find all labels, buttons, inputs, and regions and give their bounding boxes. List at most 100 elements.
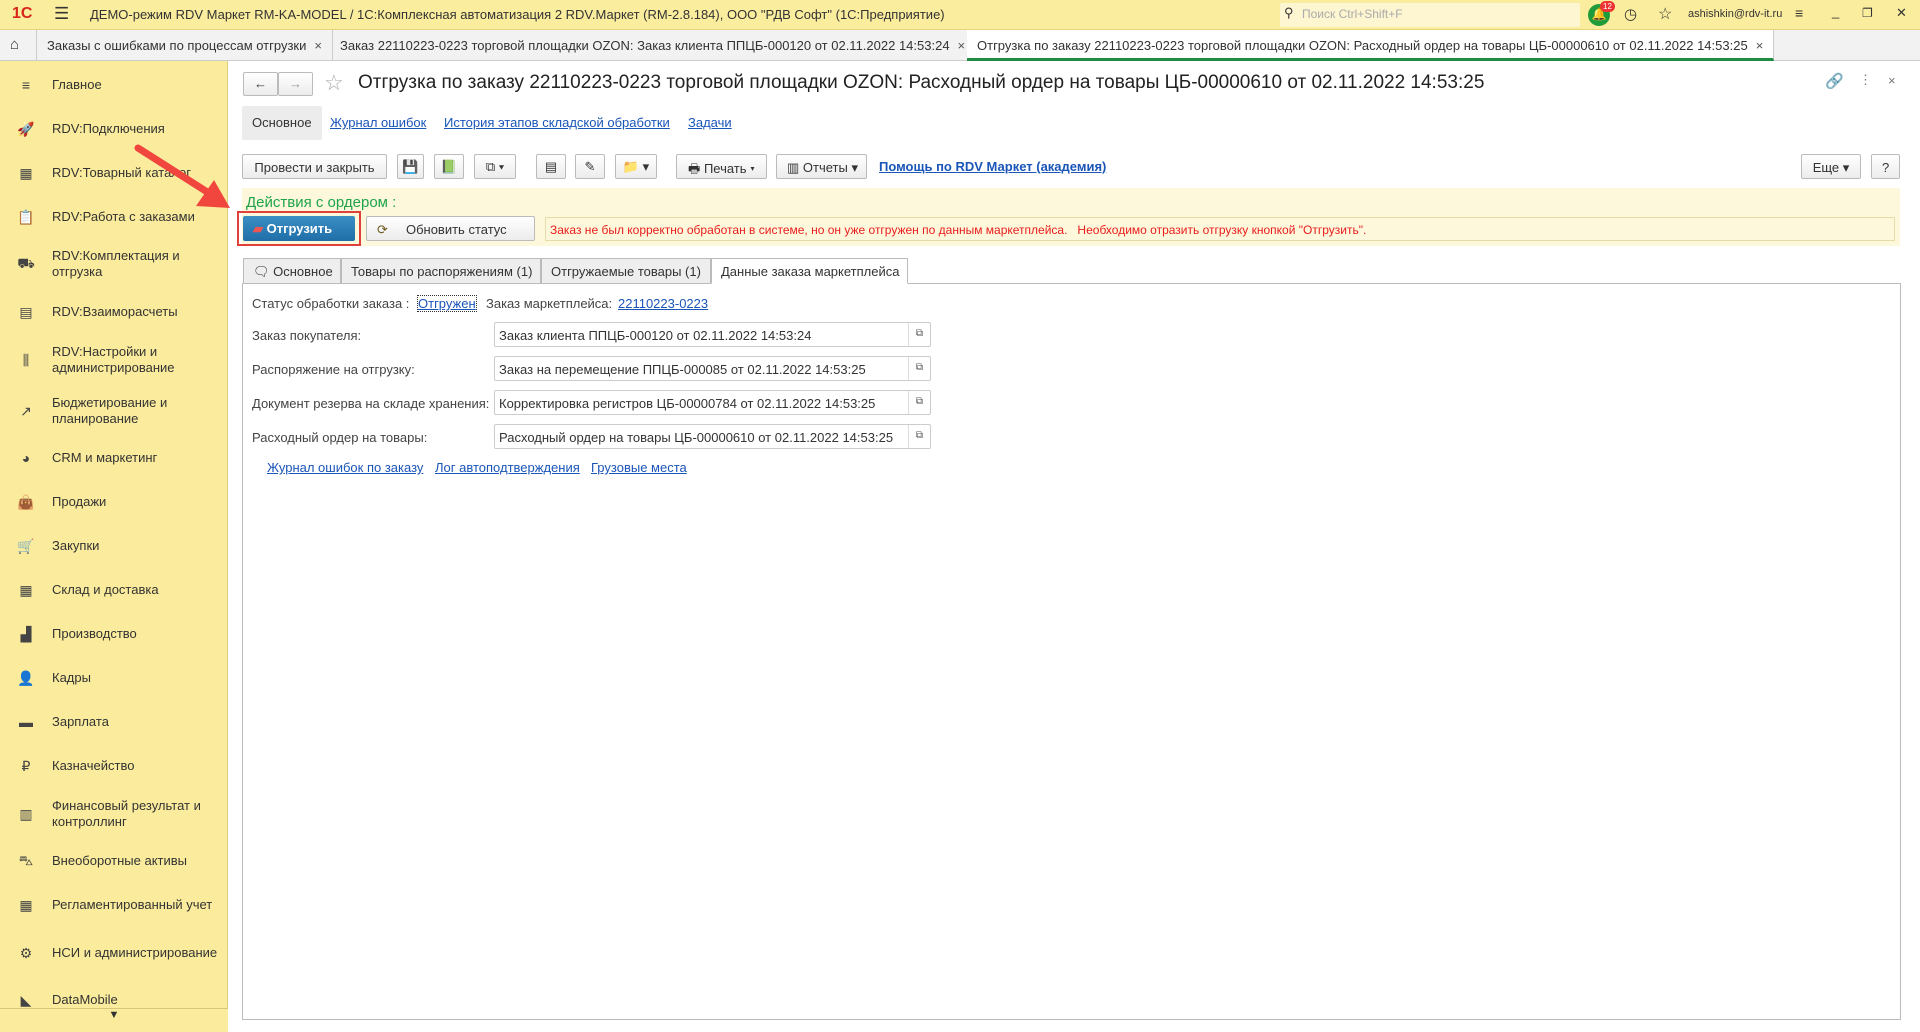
field-label: Документ резерва на складе хранения: [252,396,490,411]
sidebar-item[interactable]: ▟ Производство [0,618,228,650]
help-button[interactable]: ? [1871,154,1900,179]
sidebar-item-label: Производство [52,626,137,641]
sidebar-item[interactable]: ↗ Бюджетирование и планирование [0,395,228,427]
sidebar-item[interactable]: ▤ RDV:Взаиморасчеты [0,296,228,328]
post-icon-button[interactable]: 📗 [434,154,464,179]
field-input[interactable]: Расходный ордер на товары ЦБ-00000610 от… [494,424,931,449]
more-button[interactable]: Еще ▾ [1801,154,1861,179]
sidebar-item[interactable]: ⛟ RDV:Комплектация и отгрузка [0,248,228,280]
inner-tab-shipped-goods[interactable]: Отгружаемые товары (1) [541,258,711,284]
sidebar-item[interactable]: ⚙ НСИ и администрирование [0,937,228,969]
cargo-places-link[interactable]: Грузовые места [591,460,687,475]
close-icon[interactable]: × [1756,38,1764,53]
sidebar-item[interactable]: ▦ Склад и доставка [0,574,228,606]
status-label: Статус обработки заказа : [252,296,410,311]
section-icon: ⫼ [22,351,30,368]
field-input[interactable]: Заказ клиента ППЦБ-000120 от 02.11.2022 … [494,322,931,347]
inner-tab-main[interactable]: 🗨 Основное [243,258,341,284]
sidebar-item-label: RDV:Взаиморасчеты [52,304,178,319]
section-icon: ▦ [19,896,33,913]
sidebar-item[interactable]: ▬ Зарплата [0,706,228,738]
field-label: Распоряжение на отгрузку: [252,362,415,377]
link-icon[interactable]: 🔗 [1825,72,1844,90]
ship-button[interactable]: ▰ Отгрузить [243,216,355,241]
marketplace-order-link[interactable]: 22110223-0223 [618,296,708,311]
close-icon[interactable]: × [314,38,322,53]
settings-menu-icon[interactable]: ≡ [1795,5,1803,21]
sidebar-item[interactable]: ▥ Финансовый результат и контроллинг [0,798,228,830]
close-icon[interactable]: × [958,38,966,53]
sidebar-item-label: Внеоборотные активы [52,853,188,868]
sidebar-item-label: Продажи [52,494,107,509]
back-button[interactable]: ← [243,72,278,96]
favorite-star-icon[interactable]: ☆ [324,70,344,96]
nav-tab-errors[interactable]: Журнал ошибок [330,115,426,130]
sidebar-item[interactable]: ▦ Регламентированный учет [0,889,228,921]
open-icon[interactable]: ⧉ [908,323,930,346]
save-button[interactable]: 💾 [397,154,424,179]
reports-button[interactable]: ▥ Отчеты ▾ [776,154,867,179]
user-name[interactable]: ashishkin@rdv-it.ru [1688,8,1782,20]
search-input[interactable]: Поиск Ctrl+Shift+F [1280,3,1580,27]
order-errors-link[interactable]: Журнал ошибок по заказу [267,460,423,475]
menu-icon[interactable]: ☰ [54,4,69,24]
close-form-icon[interactable]: × [1888,73,1896,88]
sidebar-item[interactable]: ≡ Главное [0,69,228,101]
sidebar-item-label: Кадры [52,670,91,685]
open-icon[interactable]: ⧉ [908,391,930,414]
sidebar-item[interactable]: 👤 Кадры [0,662,228,694]
refresh-status-button[interactable]: ⟳ Обновить статус [366,216,535,241]
nav-tab-tasks[interactable]: Задачи [688,115,732,130]
home-icon[interactable]: ⌂ [10,36,19,53]
edit-button[interactable]: ✎ [575,154,605,179]
sidebar-item[interactable]: ⛍ Внеоборотные активы [0,845,228,877]
forward-button[interactable]: → [278,72,313,96]
open-icon[interactable]: ⧉ [908,425,930,448]
star-icon[interactable]: ☆ [1658,4,1672,24]
sidebar-item-label: Зарплата [52,714,109,729]
field-label: Расходный ордер на товары: [252,430,428,445]
field-input[interactable]: Заказ на перемещение ППЦБ-000085 от 02.1… [494,356,931,381]
field-label: Заказ покупателя: [252,328,362,343]
journal-button[interactable]: ▤ [536,154,566,179]
nav-tab-history[interactable]: История этапов складской обработки [444,115,670,130]
attachments-button[interactable]: 📁 ▾ [615,154,657,179]
help-link[interactable]: Помощь по RDV Маркет (академия) [879,159,1106,174]
inner-tab-goods-orders[interactable]: Товары по распоряжениям (1) [341,258,541,284]
minimize-icon[interactable]: _ [1832,4,1839,19]
create-based-on-button[interactable]: ⧉ ▾ [474,154,516,179]
sidebar-item[interactable]: ⫼ RDV:Настройки и администрирование [0,344,228,376]
field-input[interactable]: Корректировка регистров ЦБ-00000784 от 0… [494,390,931,415]
inner-tab-label: Основное [273,264,333,279]
inner-tab-marketplace-data[interactable]: Данные заказа маркетплейса [711,258,908,284]
more-icon[interactable]: ⋮ [1859,72,1872,88]
sidebar-item-label: Финансовый результат и контроллинг [52,798,201,829]
tab-order[interactable]: Заказ 22110223-0223 торговой площадки OZ… [330,30,977,61]
sidebar-item-label: Склад и доставка [52,582,159,597]
tab-shipment[interactable]: Отгрузка по заказу 22110223-0223 торгово… [967,30,1775,61]
tab-panel [242,283,1901,1020]
post-and-close-button[interactable]: Провести и закрыть [242,154,387,179]
title-bar: 1С ☰ ДЕМО-режим RDV Маркет RM-KA-MODEL /… [0,0,1920,30]
tab-errors[interactable]: Заказы с ошибками по процессам отгрузки × [36,30,333,61]
sidebar-item[interactable]: ₽ Казначейство [0,750,228,782]
nav-tab-main[interactable]: Основное [242,106,322,140]
sidebar-item[interactable]: 🛒 Закупки [0,530,228,562]
sidebar-item[interactable]: 👜 Продажи [0,486,228,518]
autoconfirm-log-link[interactable]: Лог автоподтверждения [435,460,580,475]
open-icon[interactable]: ⧉ [908,357,930,380]
sidebar-item[interactable]: ◕ CRM и маркетинг [0,442,228,474]
marketplace-order-label: Заказ маркетплейса: [486,296,613,311]
section-icon: ▦ [19,581,33,598]
ship-label: Отгрузить [266,221,333,236]
sidebar-scroll-down[interactable]: ▼ [0,1008,228,1032]
status-link[interactable]: Отгружен [417,295,477,312]
section-icon: ≡ [21,77,31,93]
search-icon: ⚲ [1284,5,1294,20]
restore-icon[interactable]: ❐ [1862,6,1873,20]
print-button[interactable]: 🖶 Печать ▾ [676,154,767,179]
close-window-icon[interactable]: ✕ [1896,5,1907,21]
actions-title: Действия с ордером : [246,194,397,211]
section-icon: ▬ [19,714,33,730]
history-icon[interactable]: ◷ [1624,5,1637,23]
